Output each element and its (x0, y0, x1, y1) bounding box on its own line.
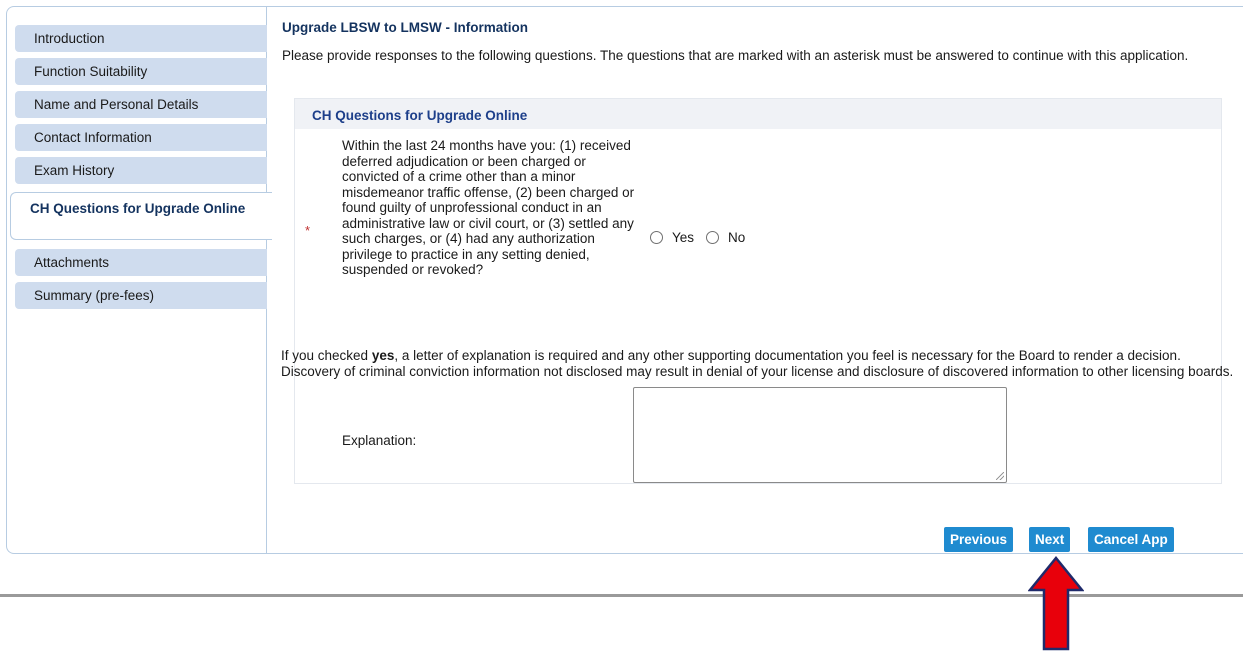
next-button[interactable]: Next (1029, 527, 1071, 552)
yes-label[interactable]: Yes (672, 230, 694, 245)
red-arrow-icon (1028, 556, 1084, 651)
intro-text: Please provide responses to the followin… (282, 48, 1189, 63)
sidebar-item-contact-information[interactable]: Contact Information (15, 124, 267, 151)
panel-header: CH Questions for Upgrade Online (295, 99, 1221, 129)
app-frame: Introduction Function Suitability Name a… (6, 6, 1243, 554)
explanation-note: If you checked yes, a letter of explanat… (281, 348, 1241, 380)
required-asterisk: * (305, 223, 311, 238)
note-prefix: If you checked (281, 348, 372, 363)
explanation-textarea[interactable] (633, 387, 1007, 483)
explanation-label: Explanation: (342, 433, 417, 448)
note-suffix: , a letter of explanation is required an… (281, 348, 1234, 379)
sidebar-item-ch-questions[interactable]: CH Questions for Upgrade Online (10, 192, 272, 240)
note-bold: yes (371, 348, 395, 363)
questions-panel: CH Questions for Upgrade Online * Within… (281, 98, 1233, 484)
resize-handle-icon[interactable] (996, 472, 1004, 480)
sidebar-item-exam-history[interactable]: Exam History (15, 157, 267, 184)
question-text: Within the last 24 months have you: (1) … (342, 138, 635, 277)
yes-radio[interactable] (650, 231, 663, 244)
no-radio[interactable] (706, 231, 720, 244)
page-title: Upgrade LBSW to LMSW - Information (282, 20, 528, 35)
previous-button[interactable]: Previous (944, 527, 1014, 552)
sidebar-item-function-suitability[interactable]: Function Suitability (15, 58, 267, 85)
sidebar-item-summary[interactable]: Summary (pre-fees) (15, 282, 267, 309)
sidebar-nav: Introduction Function Suitability Name a… (7, 7, 272, 553)
no-label[interactable]: No (728, 230, 745, 245)
sidebar-item-introduction[interactable]: Introduction (15, 25, 267, 52)
answer-radio-group: Yes No (650, 230, 757, 245)
sidebar-item-name-personal-details[interactable]: Name and Personal Details (15, 91, 267, 118)
sidebar-item-attachments[interactable]: Attachments (15, 249, 267, 276)
cancel-app-button[interactable]: Cancel App (1088, 527, 1174, 552)
